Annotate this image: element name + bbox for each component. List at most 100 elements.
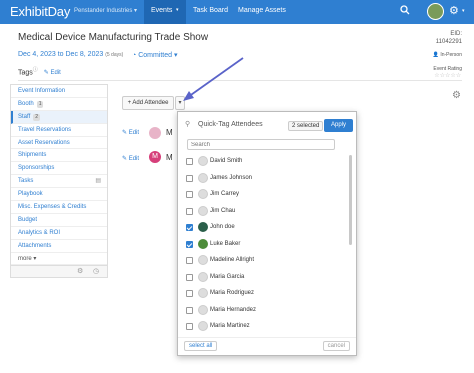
quick-tag-popup: ⚲ Quick-Tag Attendees 2 selected Apply D… [177, 111, 357, 356]
event-rating[interactable]: Event Rating ☆☆☆☆☆ [433, 66, 462, 79]
end-date[interactable]: Dec 8, 2023 [66, 51, 104, 58]
tags-row: Tagsⓘ ✎ Edit [18, 66, 61, 76]
sidebar-item-attachments[interactable]: Attachments [11, 240, 107, 253]
eid-value: 11042291 [435, 39, 462, 45]
nav-manage-assets[interactable]: Manage Assets [238, 7, 286, 14]
tag-icon: ⚲ [185, 121, 191, 128]
sidebar-item-label: Misc. Expenses & Credits [18, 204, 87, 211]
attendee-avatar-initial: M [149, 151, 161, 163]
apply-button[interactable]: Apply [324, 119, 353, 132]
attendee-search-input[interactable] [187, 139, 335, 150]
popup-footer: select all cancel [178, 337, 356, 355]
option-checkbox[interactable] [186, 273, 193, 281]
option-name: Madeline Allright [210, 257, 255, 263]
add-attendee-caret-icon[interactable]: ▾ [175, 96, 185, 110]
sidebar-item-misc-expenses[interactable]: Misc. Expenses & Credits [11, 201, 107, 214]
attendee-name: M [166, 128, 173, 137]
sidebar-item-budget[interactable]: Budget [11, 214, 107, 227]
avatar-icon [198, 271, 208, 282]
option-name: Maria Rodriguez [210, 290, 255, 296]
sidebar-item-label: Asset Reservations [18, 139, 70, 146]
option-name: Maria Garcia [210, 273, 245, 280]
gear-caret-icon[interactable]: ▾ [462, 8, 465, 14]
tags-edit-link[interactable]: ✎ Edit [44, 70, 61, 76]
option-name: Luke Baker [210, 240, 241, 247]
date-to: to [57, 51, 64, 58]
attendee-edit-link[interactable]: ✎ Edit [122, 129, 139, 136]
event-duration: (5 days) [105, 52, 124, 58]
list-scrollbar[interactable] [349, 155, 352, 245]
add-attendee-button[interactable]: + Add Attendee [122, 96, 174, 110]
sidebar-item-staff[interactable]: Staff 2 [11, 110, 107, 124]
sidebar-item-label: Tasks [18, 178, 34, 185]
sidebar-item-label: Staff [18, 113, 31, 120]
option-checkbox[interactable] [186, 323, 193, 330]
sidebar-item-tasks[interactable]: Tasks ▤ [11, 175, 107, 189]
column-settings-icon[interactable]: ⚙ [452, 90, 461, 101]
gear-icon[interactable]: ⚙ [449, 4, 459, 17]
avatar-icon [198, 255, 208, 265]
option-name: John doe [210, 224, 235, 230]
event-dates[interactable]: Dec 4, 2023 to Dec 8, 2023 (5 days) [18, 51, 123, 58]
option-name: Maria Martinez [210, 323, 250, 329]
option-checkbox[interactable] [186, 207, 193, 215]
event-type: 👤 In-Person [433, 52, 462, 58]
tags-edit-label: Edit [50, 70, 61, 77]
option-checkbox[interactable] [186, 191, 193, 198]
history-icon[interactable]: ◷ [93, 267, 99, 275]
nav-events[interactable]: Events [151, 7, 172, 14]
event-title: Medical Device Manufacturing Trade Show [18, 32, 209, 43]
sidebar-item-asset-reservations[interactable]: Asset Reservations [11, 137, 107, 150]
user-avatar[interactable] [427, 3, 444, 20]
sidebar-item-event-information[interactable]: Event Information [11, 85, 107, 98]
sidebar-item-label: Playbook [18, 191, 43, 198]
option-checkbox[interactable] [186, 290, 193, 297]
status-label: Committed ▾ [138, 52, 178, 59]
avatar-icon [198, 304, 208, 315]
board-icon[interactable]: ▤ [95, 175, 101, 188]
status-dropdown[interactable]: ◔ Committed ▾ [132, 51, 178, 59]
sidebar-item-analytics[interactable]: Analytics & ROI [11, 227, 107, 240]
info-icon[interactable]: ⓘ [33, 67, 38, 73]
sidebar-footer: ⚙ ◷ [11, 265, 107, 277]
option-checkbox[interactable] [186, 306, 193, 314]
sidebar-item-shipments[interactable]: Shipments [11, 149, 107, 163]
select-all-button[interactable]: select all [184, 341, 218, 351]
eid-block: EID: 11042291 [436, 30, 462, 46]
avatar-icon [198, 238, 208, 249]
rating-stars-icon[interactable]: ☆☆☆☆☆ [433, 72, 462, 79]
option-name: Jim Chau [210, 207, 236, 214]
attendee-option-list: David Smith James Johnson Jim Carrey Jim… [178, 154, 356, 337]
sidebar-badge: 1 [36, 100, 44, 108]
option-checkbox[interactable] [186, 158, 193, 165]
start-date[interactable]: Dec 4, 2023 [18, 51, 56, 58]
sidebar-item-label: Travel Reservations [18, 126, 72, 133]
sidebar-item-travel-reservations[interactable]: Travel Reservations [11, 124, 107, 137]
app-root: ExhibitDay Penstander Industries ▾ Event… [0, 0, 474, 373]
header-divider [18, 80, 462, 81]
sidebar-item-sponsorships[interactable]: Sponsorships [11, 162, 107, 176]
org-switcher[interactable]: Penstander Industries ▾ [74, 7, 137, 14]
option-checkbox-checked[interactable] [186, 240, 193, 248]
attendee-edit-link[interactable]: ✎ Edit [122, 155, 139, 162]
popup-title: Quick-Tag Attendees [198, 121, 263, 128]
app-logo[interactable]: ExhibitDay [10, 4, 70, 19]
sidebar-item-label: Attachments [18, 242, 52, 249]
settings-icon[interactable]: ⚙ [77, 267, 83, 275]
attendee-avatar [149, 127, 161, 139]
sidebar-item-label: more ▾ [18, 255, 37, 262]
cancel-button[interactable]: cancel [322, 341, 350, 351]
sidebar-item-label: Budget [18, 216, 38, 223]
sidebar-item-booth[interactable]: Booth 1 [11, 98, 107, 111]
option-checkbox[interactable] [186, 174, 193, 182]
avatar-icon [198, 156, 208, 166]
nav-events-caret-icon[interactable]: ▾ [176, 7, 179, 13]
option-checkbox[interactable] [186, 257, 193, 264]
avatar-icon [198, 222, 208, 232]
option-name: Maria Hernandez [210, 306, 257, 313]
nav-task-board[interactable]: Task Board [193, 7, 228, 14]
option-checkbox-checked[interactable] [186, 224, 193, 231]
search-icon[interactable] [400, 5, 410, 18]
sidebar-item-playbook[interactable]: Playbook [11, 188, 107, 202]
sidebar-item-more[interactable]: more ▾ [11, 253, 107, 266]
